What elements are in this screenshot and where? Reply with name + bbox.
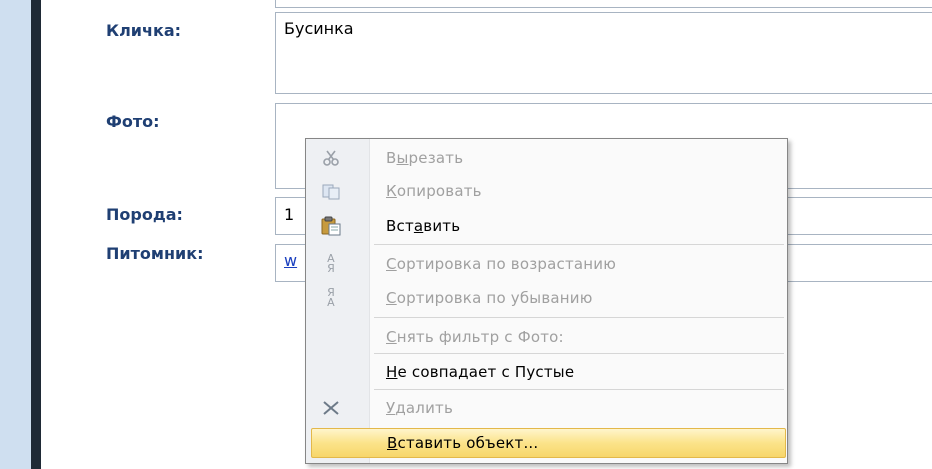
nickname-value: Бусинка bbox=[284, 19, 354, 38]
menu-item-clear-filter[interactable]: Снять фильтр с Фото: bbox=[306, 322, 787, 352]
menu-item-copy[interactable]: Копировать bbox=[306, 176, 787, 206]
label-kennel: Питомник: bbox=[106, 244, 204, 263]
menu-item-sort-ascending[interactable]: АЯ Сортировка по возрастанию bbox=[306, 249, 787, 279]
menu-item-copy-label: Копировать bbox=[386, 182, 482, 200]
menu-item-paste[interactable]: Вставить bbox=[306, 211, 787, 241]
delete-icon bbox=[320, 397, 342, 419]
kennel-value: w bbox=[284, 251, 298, 270]
copy-icon bbox=[320, 180, 342, 202]
sort-ascending-icon: АЯ bbox=[327, 252, 335, 275]
context-menu: Вырезать Копировать Вставить АЯ Сортиров… bbox=[305, 138, 788, 464]
menu-item-insert-object-label: Вставить объект... bbox=[387, 434, 539, 452]
menu-separator bbox=[374, 353, 784, 354]
label-breed: Порода: bbox=[106, 205, 183, 224]
left-panel-strip bbox=[0, 0, 31, 469]
menu-item-delete[interactable]: Удалить bbox=[306, 393, 787, 423]
label-photo: Фото: bbox=[106, 112, 160, 131]
menu-item-paste-label: Вставить bbox=[386, 217, 461, 235]
top-field-partial[interactable] bbox=[275, 0, 932, 8]
scissors-icon bbox=[320, 147, 342, 169]
left-panel-border bbox=[31, 0, 41, 469]
menu-item-sort-ascending-label: Сортировка по возрастанию bbox=[386, 255, 617, 273]
sort-descending-icon: ЯА bbox=[327, 286, 335, 309]
nickname-field[interactable]: Бусинка bbox=[275, 12, 932, 94]
paste-icon bbox=[320, 215, 342, 237]
menu-separator bbox=[374, 389, 784, 390]
menu-item-insert-object[interactable]: Вставить объект... bbox=[311, 428, 786, 458]
breed-value: 1 bbox=[284, 205, 295, 224]
menu-item-delete-label: Удалить bbox=[386, 399, 454, 417]
menu-item-cut-label: Вырезать bbox=[386, 149, 464, 167]
menu-item-sort-descending-label: Сортировка по убыванию bbox=[386, 289, 593, 307]
label-nickname: Кличка: bbox=[106, 21, 182, 40]
menu-item-cut[interactable]: Вырезать bbox=[306, 143, 787, 173]
menu-item-sort-descending[interactable]: ЯА Сортировка по убыванию bbox=[306, 283, 787, 313]
menu-item-not-equal-empty-label: Не совпадает с Пустые bbox=[386, 363, 575, 381]
menu-separator bbox=[374, 317, 784, 318]
menu-item-not-equal-empty[interactable]: Не совпадает с Пустые bbox=[306, 357, 787, 387]
menu-separator bbox=[374, 244, 784, 245]
menu-item-clear-filter-label: Снять фильтр с Фото: bbox=[386, 328, 564, 346]
